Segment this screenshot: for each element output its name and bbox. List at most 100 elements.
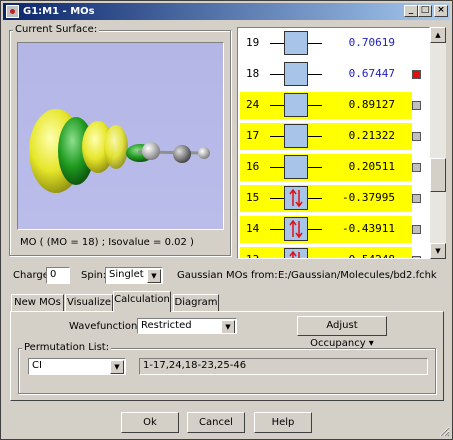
level-line [308,74,322,75]
mo-row[interactable]: 13 -0.54248 [238,245,429,258]
chevron-down-icon[interactable]: ▼ [110,360,124,374]
adjust-occupancy-button[interactable]: Adjust Occupancy ▾ [297,316,387,349]
mo-select-flag[interactable] [412,194,421,203]
atom [198,147,210,159]
mo-window: G1:M1 - MOs _ □ × Current Surface: MO (… [0,0,453,440]
mo-list[interactable]: 19 0.70619 18 0.67447 24 0.89127 17 0.21322 16 0.… [237,27,430,259]
mo-energy: -0.54248 [342,253,395,258]
tab-new-mos[interactable]: New MOs [11,294,64,311]
spin-value: Singlet [109,269,144,280]
permutation-type-value: CI [32,360,42,371]
orbital-box [284,62,308,86]
mo-row[interactable]: 17 0.21322 [238,121,429,152]
atom [142,142,160,160]
mo-number: 17 [246,129,260,142]
level-line [270,105,284,106]
mo-row[interactable]: 16 0.20511 [238,152,429,183]
wavefunction-value: Restricted [141,320,192,331]
tab-visualize[interactable]: Visualize [65,294,113,311]
source-label: Gaussian MOs from: [177,270,278,281]
mo-select-flag[interactable] [412,70,421,79]
mo-select-flag[interactable] [412,101,421,110]
level-line [270,74,284,75]
orbital-box [284,248,308,258]
mo-select-flag[interactable] [412,163,421,172]
mo-row[interactable]: 24 0.89127 [238,90,429,121]
window-title: G1:M1 - MOs [23,6,95,17]
orbital-render [29,109,210,193]
chevron-down-icon[interactable]: ▼ [147,269,161,283]
mo-number: 19 [246,36,260,49]
minimize-button[interactable]: _ [404,5,418,17]
level-line [270,198,284,199]
source-path: E:/Gaussian/Molecules/bd2.fchk [278,270,437,281]
orbital-box [284,31,308,55]
mo-row[interactable]: 15 -0.37995 [238,183,429,214]
chevron-down-icon[interactable]: ▼ [221,320,235,333]
mo-list-scrollbar[interactable]: ▲ ▼ [430,27,446,259]
mo-energy: -0.37995 [342,191,395,204]
mo-number: 15 [246,191,260,204]
electron-pair-icon [289,188,303,208]
orbital-box [284,93,308,117]
orbital-box [284,186,308,210]
mo-number: 14 [246,222,260,235]
scroll-thumb[interactable] [430,158,446,192]
scroll-up-button[interactable]: ▲ [430,27,446,43]
help-button[interactable]: Help [254,412,312,433]
level-line [308,167,322,168]
level-line [308,105,322,106]
mo-number: 16 [246,160,260,173]
mo-energy: 0.89127 [348,98,395,111]
level-line [270,167,284,168]
cancel-button[interactable]: Cancel [187,412,245,433]
electron-pair-icon [289,250,300,258]
level-line [308,229,322,230]
resize-grip-icon[interactable] [438,425,450,437]
tab-calculation[interactable]: Calculation [113,291,171,312]
title-bar[interactable]: G1:M1 - MOs _ □ × [3,3,450,20]
mo-energy: -0.43911 [342,222,395,235]
level-line [270,136,284,137]
atom [173,145,191,163]
spin-label: Spin: [81,270,107,281]
permutation-type-select[interactable]: CI ▼ [28,358,126,375]
mo-energy: 0.67447 [348,67,395,80]
maximize-button[interactable]: □ [418,5,432,17]
close-button[interactable]: × [434,5,448,17]
mo-select-flag[interactable] [412,256,421,258]
current-surface-label: Current Surface: [13,24,100,35]
electron-pair-icon [289,219,303,239]
mo-select-flag[interactable] [412,132,421,141]
orbital-lobe-yellow-3 [104,125,128,169]
mo-row[interactable]: 18 0.67447 [238,59,429,90]
spin-select[interactable]: Singlet ▼ [105,267,163,284]
mo-number: 18 [246,67,260,80]
mo-number: 13 [246,253,259,258]
level-line [308,43,322,44]
level-line [270,43,284,44]
scroll-down-button[interactable]: ▼ [430,243,446,259]
molecule-viewer[interactable] [17,42,224,230]
mo-row[interactable]: 14 -0.43911 [238,214,429,245]
orbital-box [284,217,308,241]
ok-button[interactable]: Ok [121,412,179,433]
mo-row[interactable]: 19 0.70619 [238,28,429,59]
mo-energy: 0.21322 [348,129,395,142]
surface-caption: MO ( (MO = 18) ; Isovalue = 0.02 ) [20,237,194,248]
charge-input[interactable]: 0 [46,267,70,284]
tab-diagram[interactable]: Diagram [173,294,219,311]
calculation-panel: Wavefunction: Restricted ▼ Adjust Occupa… [10,311,444,401]
orbital-box [284,155,308,179]
permutation-label: Permutation List: [22,342,112,353]
permutation-list-field[interactable]: 1-17,24,18-23,25-46 [139,358,428,375]
mo-number: 24 [246,98,260,111]
app-icon [6,5,19,18]
wavefunction-select[interactable]: Restricted ▼ [137,318,237,334]
mo-energy: 0.70619 [348,36,395,49]
level-line [308,136,322,137]
mo-energy: 0.20511 [348,160,395,173]
mo-select-flag[interactable] [412,225,421,234]
level-line [308,198,322,199]
wavefunction-label: Wavefunction: [69,321,141,332]
